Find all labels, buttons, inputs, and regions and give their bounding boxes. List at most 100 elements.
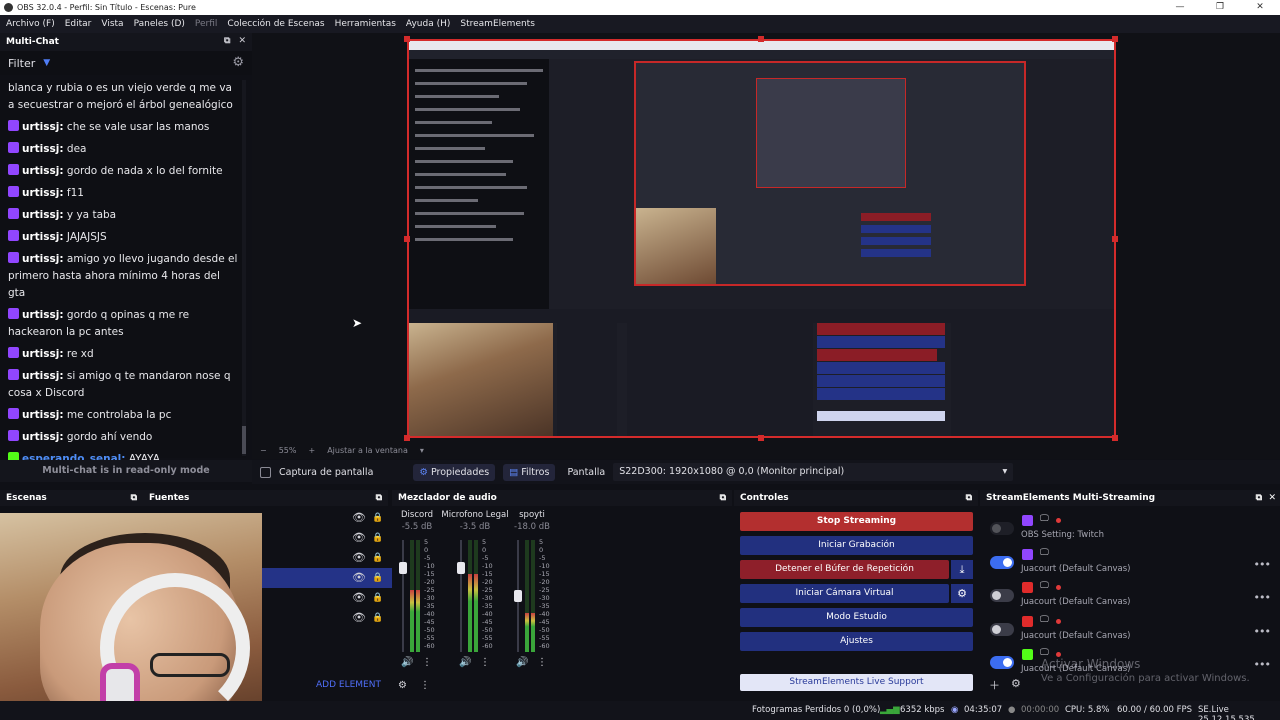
resize-handle-tr[interactable] [1112, 36, 1118, 42]
kebab-menu-icon[interactable]: ⋮ [537, 657, 547, 668]
kebab-menu-icon[interactable]: ⋮ [422, 657, 432, 668]
filters-button[interactable]: ▤ Filtros [503, 463, 556, 481]
lock-icon[interactable]: 🔒 [372, 593, 383, 603]
lock-icon[interactable]: 🔒 [372, 553, 383, 563]
eye-icon[interactable]: 👁 [352, 551, 366, 564]
nested-menubar [409, 50, 1114, 59]
add-icon[interactable]: ＋ [989, 677, 1000, 693]
close-dock-icon[interactable]: ✕ [238, 36, 246, 46]
speaker-icon[interactable]: 🔊 [401, 657, 413, 668]
db-tick: -20 [482, 578, 493, 586]
filter-dropdown[interactable]: Filter [8, 57, 35, 70]
record-icon: ● [1008, 705, 1016, 715]
more-icon[interactable]: ••• [1254, 658, 1271, 671]
float-dock-icon[interactable]: ⧉ [720, 490, 726, 506]
twitch-badge-icon [8, 208, 19, 219]
float-dock-icon[interactable]: ⧉ [1256, 490, 1262, 506]
multistream-destination[interactable]: 🖵 Juacourt (Default Canvas) ••• [986, 548, 1280, 581]
db-tick: -20 [539, 578, 550, 586]
program-preview[interactable] [407, 39, 1116, 438]
chat-message-list[interactable]: blanca y rubia o es un viejo verde q me … [0, 80, 246, 465]
gear-icon[interactable]: ⚙ [951, 584, 973, 603]
stop-replay-buffer-button[interactable]: Detener el Búfer de Repetición [740, 560, 949, 579]
zoom-minus-icon[interactable]: − [260, 446, 267, 455]
multistream-destination[interactable]: 🖵 Juacourt (Default Canvas) ••• [986, 581, 1280, 614]
float-dock-icon[interactable]: ⧉ [376, 490, 382, 506]
add-element-button[interactable]: ADD ELEMENT [316, 680, 381, 690]
eye-icon[interactable]: 👁 [352, 571, 366, 584]
menu-edit[interactable]: Editar [65, 19, 92, 29]
speaker-icon[interactable]: 🔊 [516, 657, 528, 668]
maximize-icon[interactable]: ❐ [1200, 0, 1240, 15]
chat-text: blanca y rubia o es un viejo verde q me … [8, 82, 233, 111]
start-virtual-camera-button[interactable]: Iniciar Cámara Virtual [740, 584, 949, 603]
kebab-menu-icon[interactable]: ⋮ [420, 680, 430, 691]
lock-icon[interactable]: 🔒 [372, 613, 383, 623]
source-checkbox[interactable] [260, 466, 271, 478]
menu-streamelements[interactable]: StreamElements [460, 19, 535, 29]
display-select[interactable]: S22D300: 1920x1080 @ 0,0 (Monitor princi… [613, 463, 1014, 481]
minimize-icon[interactable]: — [1160, 0, 1200, 15]
gear-icon[interactable]: ⚙ [232, 55, 244, 70]
eye-icon[interactable]: 👁 [352, 531, 366, 544]
menu-tools[interactable]: Herramientas [335, 19, 396, 29]
db-tick: -60 [424, 642, 435, 650]
more-icon[interactable]: ••• [1254, 558, 1271, 571]
enable-toggle[interactable] [990, 622, 1014, 636]
close-window-icon[interactable]: ✕ [1240, 0, 1280, 15]
more-icon[interactable]: ••• [1254, 591, 1271, 604]
chevron-down-icon[interactable]: ▼ [43, 58, 50, 68]
lock-icon[interactable]: 🔒 [372, 533, 383, 543]
float-dock-icon[interactable]: ⧉ [131, 490, 137, 506]
lock-icon[interactable]: 🔒 [372, 573, 383, 583]
resize-handle-r[interactable] [1112, 236, 1118, 242]
float-dock-icon[interactable]: ⧉ [224, 36, 230, 46]
eye-icon[interactable]: 👁 [352, 511, 366, 524]
menu-docks[interactable]: Paneles (D) [134, 19, 185, 29]
menu-file[interactable]: Archivo (F) [6, 19, 55, 29]
chat-username: urtissj: [22, 348, 64, 360]
chat-scrollbar-thumb[interactable] [242, 426, 246, 454]
chat-scrollbar[interactable] [242, 80, 246, 456]
enable-toggle[interactable] [990, 656, 1014, 669]
close-dock-icon[interactable]: ✕ [1268, 490, 1276, 506]
fit-dropdown[interactable]: Ajustar a la ventana [327, 446, 408, 455]
twitch-badge-icon [8, 408, 19, 419]
eye-icon[interactable]: 👁 [352, 591, 366, 604]
resize-handle-tl[interactable] [404, 36, 410, 42]
menu-view[interactable]: Vista [101, 19, 123, 29]
nested-titlebar [409, 41, 1114, 50]
chevron-down-icon[interactable]: ▾ [420, 446, 424, 455]
menu-profile[interactable]: Perfil [195, 19, 218, 29]
enable-toggle[interactable] [990, 589, 1014, 602]
gear-icon[interactable]: ⚙ [1011, 677, 1021, 690]
stop-streaming-button[interactable]: Stop Streaming [740, 512, 973, 531]
resize-handle-l[interactable] [404, 236, 410, 242]
studio-mode-button[interactable]: Modo Estudio [740, 608, 973, 627]
preview-statusbar: − 55% + Ajustar a la ventana ▾ [252, 441, 1280, 459]
save-replay-icon[interactable]: ⤓ [951, 560, 973, 579]
multistream-destination[interactable]: 🖵 OBS Setting: Twitch [986, 514, 1280, 547]
volume-slider-thumb[interactable] [514, 590, 522, 603]
start-recording-button[interactable]: Iniciar Grabación [740, 536, 973, 555]
mixer-settings-icon[interactable]: ⚙ [398, 680, 407, 691]
kebab-menu-icon[interactable]: ⋮ [480, 657, 490, 668]
enable-toggle[interactable] [990, 555, 1014, 569]
volume-slider-thumb[interactable] [457, 562, 465, 575]
menu-scene-collection[interactable]: Colección de Escenas [227, 19, 324, 29]
more-icon[interactable]: ••• [1254, 625, 1271, 638]
settings-button[interactable]: Ajustes [740, 632, 973, 651]
live-support-button[interactable]: StreamElements Live Support [740, 674, 973, 691]
volume-slider-thumb[interactable] [399, 562, 407, 575]
menu-help[interactable]: Ayuda (H) [406, 19, 450, 29]
volume-slider[interactable] [402, 540, 404, 652]
multistream-destination[interactable]: 🖵 Juacourt (Default Canvas) ••• [986, 615, 1280, 648]
zoom-plus-icon[interactable]: + [308, 446, 315, 455]
enable-toggle[interactable] [990, 522, 1014, 535]
volume-slider[interactable] [460, 540, 462, 652]
properties-button[interactable]: ⚙ Propiedades [413, 463, 496, 481]
speaker-icon[interactable]: 🔊 [459, 657, 471, 668]
float-dock-icon[interactable]: ⧉ [966, 490, 972, 506]
eye-icon[interactable]: 👁 [352, 611, 366, 624]
resize-handle-t[interactable] [758, 36, 764, 42]
